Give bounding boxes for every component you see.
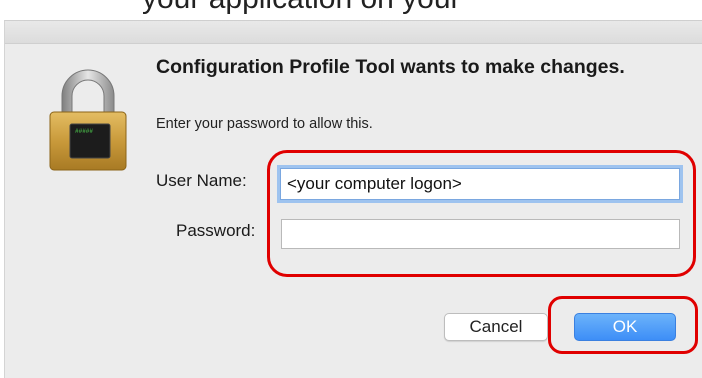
background-partial-text: your application on your [142, 0, 461, 16]
dialog-message: Enter your password to allow this. [156, 116, 373, 132]
dialog-titlebar[interactable] [5, 21, 702, 44]
username-field[interactable] [280, 168, 680, 200]
lock-icon: ##### [49, 69, 127, 171]
ok-button[interactable]: OK [574, 313, 676, 341]
background-page-text-strip: your application on your [0, 0, 702, 22]
cancel-button[interactable]: Cancel [444, 313, 548, 341]
password-field[interactable] [281, 219, 680, 249]
lock-screen-text: ##### [75, 128, 93, 135]
password-label: Password: [176, 221, 256, 240]
username-label: User Name: [156, 171, 247, 190]
dialog-title: Configuration Profile Tool wants to make… [156, 56, 625, 78]
